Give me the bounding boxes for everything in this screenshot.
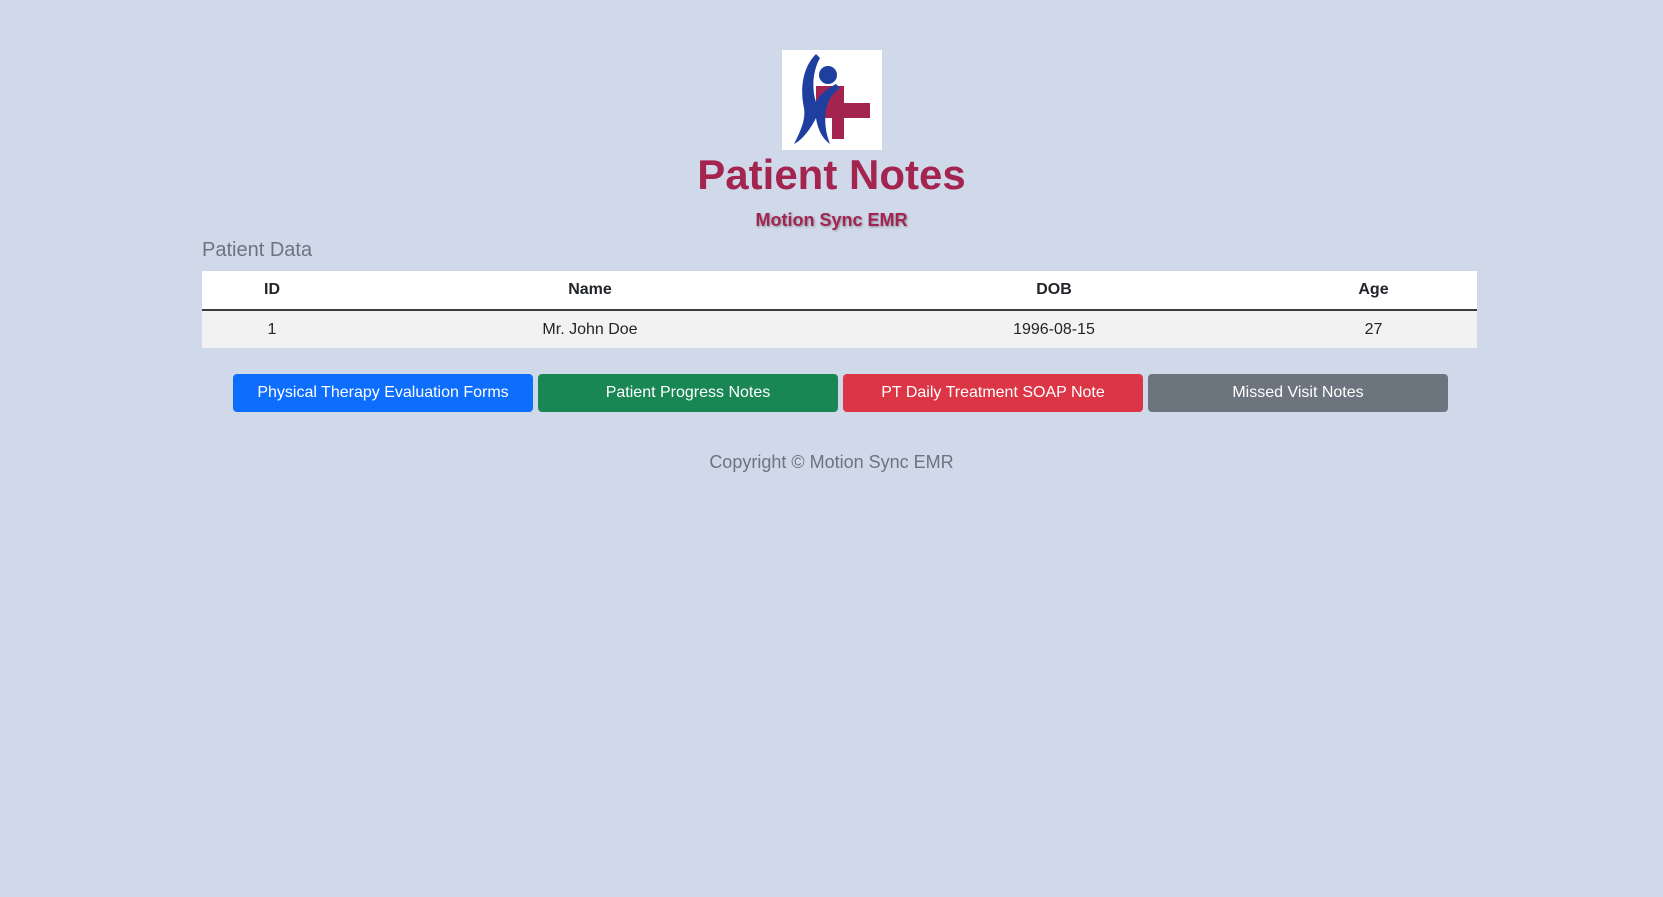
header: Patient Notes Motion Sync EMR [0,50,1663,231]
column-header-name: Name [342,271,838,311]
person-medical-cross-logo-icon [781,50,882,150]
column-header-age: Age [1270,271,1477,311]
missed-visit-notes-button[interactable]: Missed Visit Notes [1148,374,1448,412]
table-header-row: ID Name DOB Age [202,271,1477,311]
cell-dob: 1996-08-15 [838,310,1270,348]
action-buttons: Physical Therapy Evaluation Forms Patien… [233,374,1448,412]
column-header-dob: DOB [838,271,1270,311]
cell-name: Mr. John Doe [342,310,838,348]
copyright-footer: Copyright © Motion Sync EMR [709,452,954,472]
soap-note-button[interactable]: PT Daily Treatment SOAP Note [843,374,1143,412]
patient-data-heading: Patient Data [202,239,313,261]
table-row: 1 Mr. John Doe 1996-08-15 27 [202,310,1477,348]
cell-age: 27 [1270,310,1477,348]
page: Patient Notes Motion Sync EMR Patient Da… [0,0,1663,897]
app-subtitle: Motion Sync EMR [755,210,908,230]
column-header-id: ID [202,271,342,311]
evaluation-forms-button[interactable]: Physical Therapy Evaluation Forms [233,374,533,412]
logo [781,50,882,150]
cell-id: 1 [202,310,342,348]
page-title: Patient Notes [697,151,966,198]
patient-table: ID Name DOB Age 1 Mr. John Doe 1996-08-1… [202,271,1477,348]
progress-notes-button[interactable]: Patient Progress Notes [538,374,838,412]
